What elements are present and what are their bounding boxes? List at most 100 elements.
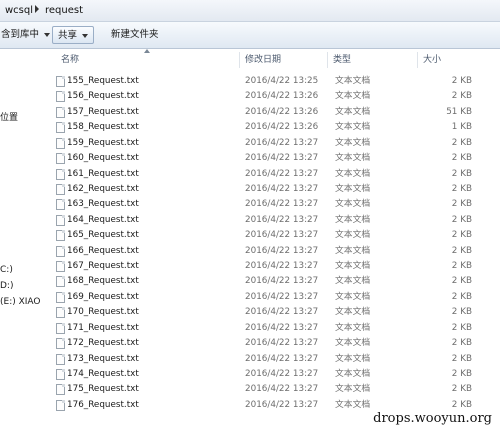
address-bar[interactable]: wcsql request xyxy=(0,0,500,22)
file-type: 文本文档 xyxy=(335,261,371,272)
column-divider[interactable] xyxy=(417,52,418,68)
text-file-icon xyxy=(56,276,65,288)
file-modified-date: 2016/4/22 13:27 xyxy=(245,137,319,148)
file-size: 2 KB xyxy=(451,214,472,225)
navigation-pane[interactable]: 位置 C:) D:) (E:) XIAO xyxy=(0,49,42,428)
file-name: 170_Request.txt xyxy=(67,307,139,318)
file-name: 166_Request.txt xyxy=(67,245,139,256)
column-header-name[interactable]: 名称 xyxy=(61,52,79,68)
file-size: 2 KB xyxy=(451,338,472,349)
file-type: 文本文档 xyxy=(335,91,371,102)
file-row[interactable]: 166_Request.txt 2016/4/22 13:27 文本文档 2 KB xyxy=(52,244,482,259)
file-type: 文本文档 xyxy=(335,338,371,349)
nav-item-drive-d[interactable]: D:) xyxy=(0,281,13,291)
file-size: 2 KB xyxy=(451,291,472,302)
file-name: 157_Request.txt xyxy=(67,106,139,117)
file-type: 文本文档 xyxy=(335,168,371,179)
file-row[interactable]: 165_Request.txt 2016/4/22 13:27 文本文档 2 KB xyxy=(52,228,482,243)
nav-item-location[interactable]: 位置 xyxy=(0,110,18,123)
share-button[interactable]: 共享 xyxy=(52,26,95,44)
file-modified-date: 2016/4/22 13:26 xyxy=(245,91,319,102)
text-file-icon xyxy=(56,122,65,134)
file-type: 文本文档 xyxy=(335,245,371,256)
file-row[interactable]: 161_Request.txt 2016/4/22 13:27 文本文档 2 KB xyxy=(52,167,482,182)
file-row[interactable]: 172_Request.txt 2016/4/22 13:27 文本文档 2 KB xyxy=(52,336,482,351)
text-file-icon xyxy=(56,106,65,118)
file-row[interactable]: 157_Request.txt 2016/4/22 13:26 文本文档 51 KB xyxy=(52,105,482,120)
chevron-right-icon[interactable] xyxy=(35,5,39,13)
file-row[interactable]: 167_Request.txt 2016/4/22 13:27 文本文档 2 KB xyxy=(52,259,482,274)
column-header-type[interactable]: 类型 xyxy=(333,52,351,68)
sort-arrow-icon xyxy=(144,49,150,53)
file-row[interactable]: 158_Request.txt 2016/4/22 13:26 文本文档 1 KB xyxy=(52,120,482,135)
text-file-icon xyxy=(56,245,65,257)
file-size: 2 KB xyxy=(451,353,472,364)
file-name: 172_Request.txt xyxy=(67,338,139,349)
column-header-size[interactable]: 大小 xyxy=(423,52,441,68)
column-divider[interactable] xyxy=(239,52,240,68)
file-type: 文本文档 xyxy=(335,76,371,86)
file-row[interactable]: 169_Request.txt 2016/4/22 13:27 文本文档 2 KB xyxy=(52,290,482,305)
file-row[interactable]: 162_Request.txt 2016/4/22 13:27 文本文档 2 KB xyxy=(52,182,482,197)
file-size: 2 KB xyxy=(451,183,472,194)
file-row[interactable]: 174_Request.txt 2016/4/22 13:27 文本文档 2 KB xyxy=(52,367,482,382)
file-row[interactable]: 163_Request.txt 2016/4/22 13:27 文本文档 2 KB xyxy=(52,197,482,212)
nav-item-drive-c[interactable]: C:) xyxy=(0,265,13,275)
file-size: 2 KB xyxy=(451,153,472,164)
file-name: 158_Request.txt xyxy=(67,122,139,133)
file-row[interactable]: 170_Request.txt 2016/4/22 13:27 文本文档 2 KB xyxy=(52,305,482,320)
file-name: 155_Request.txt xyxy=(67,76,139,86)
file-type: 文本文档 xyxy=(335,214,371,225)
column-header-date[interactable]: 修改日期 xyxy=(245,52,281,68)
file-row[interactable]: 159_Request.txt 2016/4/22 13:27 文本文档 2 KB xyxy=(52,136,482,151)
file-row[interactable]: 155_Request.txt 2016/4/22 13:25 文本文档 2 KB xyxy=(52,74,482,89)
column-divider[interactable] xyxy=(327,52,328,68)
chevron-down-icon xyxy=(44,32,51,37)
file-size: 2 KB xyxy=(451,137,472,148)
file-modified-date: 2016/4/22 13:27 xyxy=(245,307,319,318)
file-name: 165_Request.txt xyxy=(67,230,139,241)
file-modified-date: 2016/4/22 13:27 xyxy=(245,199,319,210)
file-modified-date: 2016/4/22 13:27 xyxy=(245,245,319,256)
file-type: 文本文档 xyxy=(335,368,371,379)
file-modified-date: 2016/4/22 13:27 xyxy=(245,261,319,272)
file-row[interactable]: 175_Request.txt 2016/4/22 13:27 文本文档 2 KB xyxy=(52,382,482,397)
file-row[interactable]: 171_Request.txt 2016/4/22 13:27 文本文档 2 KB xyxy=(52,321,482,336)
file-row[interactable]: 160_Request.txt 2016/4/22 13:27 文本文档 2 KB xyxy=(52,151,482,166)
file-type: 文本文档 xyxy=(335,137,371,148)
file-modified-date: 2016/4/22 13:27 xyxy=(245,399,319,410)
file-row[interactable]: 173_Request.txt 2016/4/22 13:27 文本文档 2 KB xyxy=(52,352,482,367)
new-folder-button[interactable]: 新建文件夹 xyxy=(106,26,164,44)
file-size: 2 KB xyxy=(451,168,472,179)
file-modified-date: 2016/4/22 13:25 xyxy=(245,76,319,86)
file-size: 2 KB xyxy=(451,307,472,318)
file-row[interactable]: 164_Request.txt 2016/4/22 13:27 文本文档 2 KB xyxy=(52,213,482,228)
file-row[interactable]: 156_Request.txt 2016/4/22 13:26 文本文档 2 KB xyxy=(52,89,482,104)
file-size: 2 KB xyxy=(451,230,472,241)
include-in-library-label: 含到库中 xyxy=(1,29,40,40)
file-modified-date: 2016/4/22 13:27 xyxy=(245,384,319,395)
file-modified-date: 2016/4/22 13:27 xyxy=(245,168,319,179)
file-type: 文本文档 xyxy=(335,199,371,210)
file-row[interactable]: 168_Request.txt 2016/4/22 13:27 文本文档 2 KB xyxy=(52,274,482,289)
file-size: 2 KB xyxy=(451,322,472,333)
file-type: 文本文档 xyxy=(335,276,371,287)
file-type: 文本文档 xyxy=(335,183,371,194)
text-file-icon xyxy=(56,399,65,411)
nav-item-drive-e[interactable]: (E:) XIAO xyxy=(0,297,41,307)
file-size: 2 KB xyxy=(451,76,472,86)
text-file-icon xyxy=(56,291,65,303)
chevron-down-icon xyxy=(82,33,89,38)
text-file-icon xyxy=(56,199,65,211)
file-name: 163_Request.txt xyxy=(67,199,139,210)
file-modified-date: 2016/4/22 13:26 xyxy=(245,122,319,133)
file-name: 161_Request.txt xyxy=(67,168,139,179)
file-name: 162_Request.txt xyxy=(67,183,139,194)
file-size: 2 KB xyxy=(451,276,472,287)
text-file-icon xyxy=(56,307,65,319)
breadcrumb-wcsql[interactable]: wcsql xyxy=(5,4,33,18)
include-in-library-button[interactable]: 含到库中 xyxy=(0,26,55,44)
breadcrumb-request[interactable]: request xyxy=(45,4,83,18)
file-modified-date: 2016/4/22 13:27 xyxy=(245,276,319,287)
file-type: 文本文档 xyxy=(335,322,371,333)
